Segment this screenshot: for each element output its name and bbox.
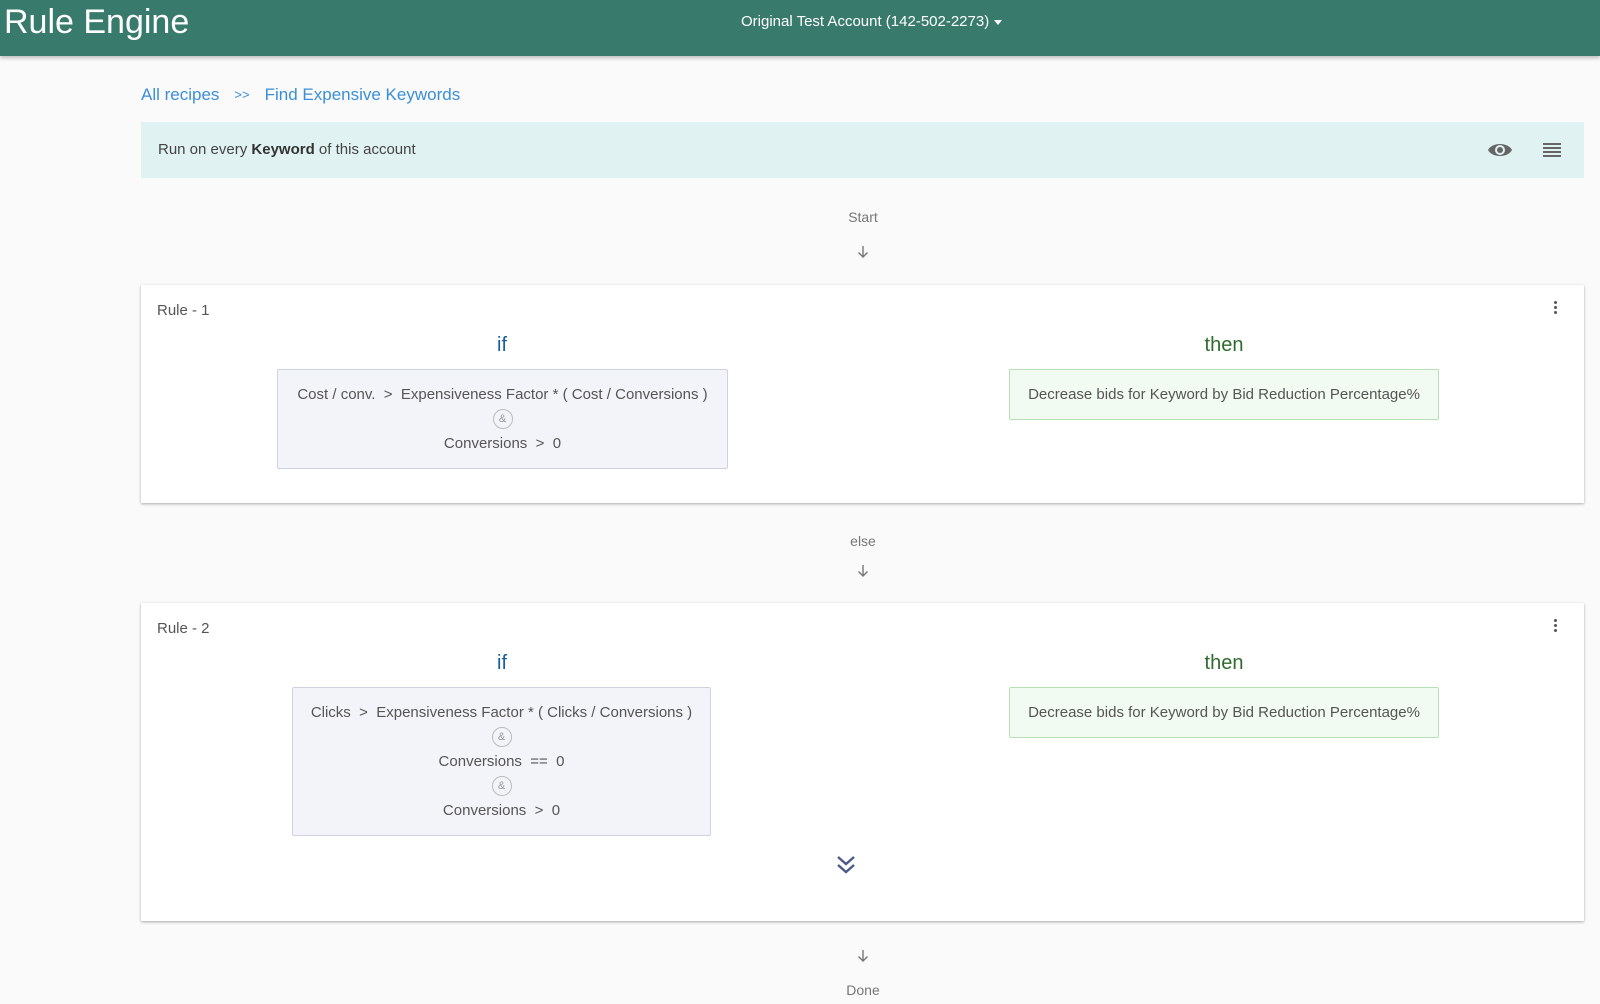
account-label: Original Test Account (142-502-2273) xyxy=(741,13,990,30)
condition-group: Clicks > Expensiveness Factor * ( Clicks… xyxy=(292,687,711,836)
breadcrumb-current-recipe[interactable]: Find Expensive Keywords xyxy=(265,84,461,106)
if-label: if xyxy=(497,334,507,356)
rule-card-1: Rule - 1 if then Cost / conv. > Expensiv… xyxy=(141,285,1584,503)
more-vert-icon[interactable] xyxy=(1551,619,1559,637)
arrow-down-icon xyxy=(856,949,870,963)
app-title: Rule Engine xyxy=(4,3,190,41)
breadcrumb: All recipes >> Find Expensive Keywords xyxy=(141,84,460,106)
rule-card-2: Rule - 2 if then Clicks > Expensiveness … xyxy=(141,603,1584,921)
action-item[interactable]: Decrease bids for Keyword by Bid Reducti… xyxy=(1009,687,1439,738)
then-label: then xyxy=(1204,334,1244,356)
rule-title: Rule - 1 xyxy=(157,302,210,319)
account-selector[interactable]: Original Test Account (142-502-2273) xyxy=(741,12,1003,32)
run-scope-suffix: of this account xyxy=(318,141,416,158)
caret-down-icon xyxy=(994,19,1003,25)
flow-start-label: Start xyxy=(848,209,878,225)
if-label: if xyxy=(497,652,507,674)
and-connector: & xyxy=(492,409,513,429)
action-item[interactable]: Decrease bids for Keyword by Bid Reducti… xyxy=(1009,369,1439,420)
breadcrumb-all-recipes[interactable]: All recipes xyxy=(141,84,219,106)
flow-done-label: Done xyxy=(846,982,880,998)
run-scope-bar: Run on every Keyword of this account xyxy=(141,122,1584,178)
flow-else-label: else xyxy=(850,533,876,549)
and-connector: & xyxy=(491,727,512,747)
condition-group: Cost / conv. > Expensiveness Factor * ( … xyxy=(277,369,728,469)
run-scope-text: Run on every Keyword of this account xyxy=(158,141,416,159)
eye-icon[interactable] xyxy=(1486,139,1514,161)
then-label: then xyxy=(1204,652,1244,674)
and-connector: & xyxy=(491,776,512,796)
arrow-down-icon xyxy=(856,564,870,578)
run-scope-entity: Keyword xyxy=(251,141,315,158)
arrow-down-icon xyxy=(856,245,870,259)
breadcrumb-separator: >> xyxy=(234,87,250,102)
more-vert-icon[interactable] xyxy=(1551,301,1559,319)
run-scope-prefix: Run on every xyxy=(158,141,248,158)
rule-title: Rule - 2 xyxy=(157,620,210,637)
app-header: Rule Engine Original Test Account (142-5… xyxy=(0,0,1600,56)
list-icon[interactable] xyxy=(1541,140,1563,160)
double-chevron-down-icon[interactable] xyxy=(835,853,857,877)
